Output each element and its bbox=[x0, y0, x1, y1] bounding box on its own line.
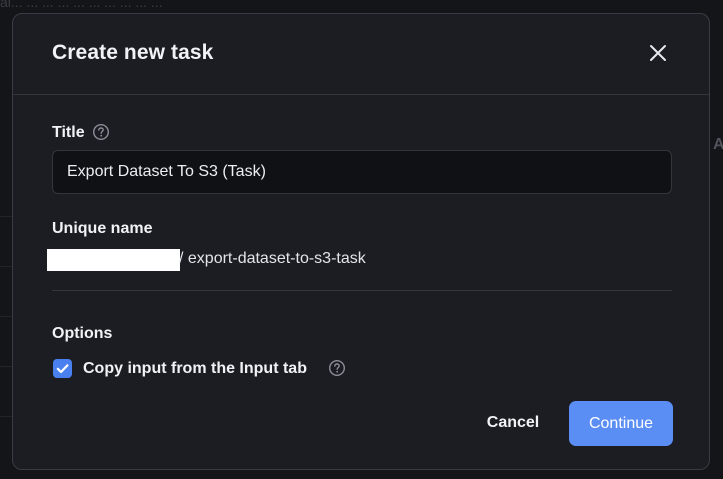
background-row-divider bbox=[0, 416, 12, 417]
background-text: ai... ... ... ... ... ... ... ... ... ..… bbox=[0, 0, 163, 10]
continue-button[interactable]: Continue bbox=[569, 401, 673, 446]
dialog-title: Create new task bbox=[52, 41, 214, 64]
options-label: Options bbox=[52, 325, 113, 342]
redacted-namespace bbox=[47, 249, 180, 271]
background-row-divider bbox=[0, 266, 12, 267]
background-side-letter: A bbox=[713, 136, 723, 153]
unique-name-label: Unique name bbox=[52, 220, 153, 237]
dialog-header: Create new task bbox=[13, 14, 709, 95]
question-circle-icon[interactable] bbox=[328, 359, 346, 377]
background-row-divider bbox=[0, 316, 12, 317]
question-circle-icon[interactable] bbox=[92, 123, 110, 141]
unique-name-value: / export-dataset-to-s3-task bbox=[179, 250, 366, 267]
cancel-button[interactable]: Cancel bbox=[473, 401, 553, 445]
checkmark-icon bbox=[56, 364, 69, 374]
create-task-dialog: Create new task Title Unique name / expo… bbox=[12, 13, 710, 470]
section-divider bbox=[52, 290, 672, 291]
close-button[interactable] bbox=[643, 38, 673, 68]
background-row-divider bbox=[0, 366, 12, 367]
copy-input-label[interactable]: Copy input from the Input tab bbox=[83, 360, 307, 378]
copy-input-checkbox[interactable] bbox=[53, 359, 72, 378]
title-field-label: Title bbox=[52, 124, 85, 141]
background-row-divider bbox=[0, 216, 12, 217]
close-icon bbox=[650, 45, 666, 61]
title-input[interactable] bbox=[52, 150, 672, 194]
